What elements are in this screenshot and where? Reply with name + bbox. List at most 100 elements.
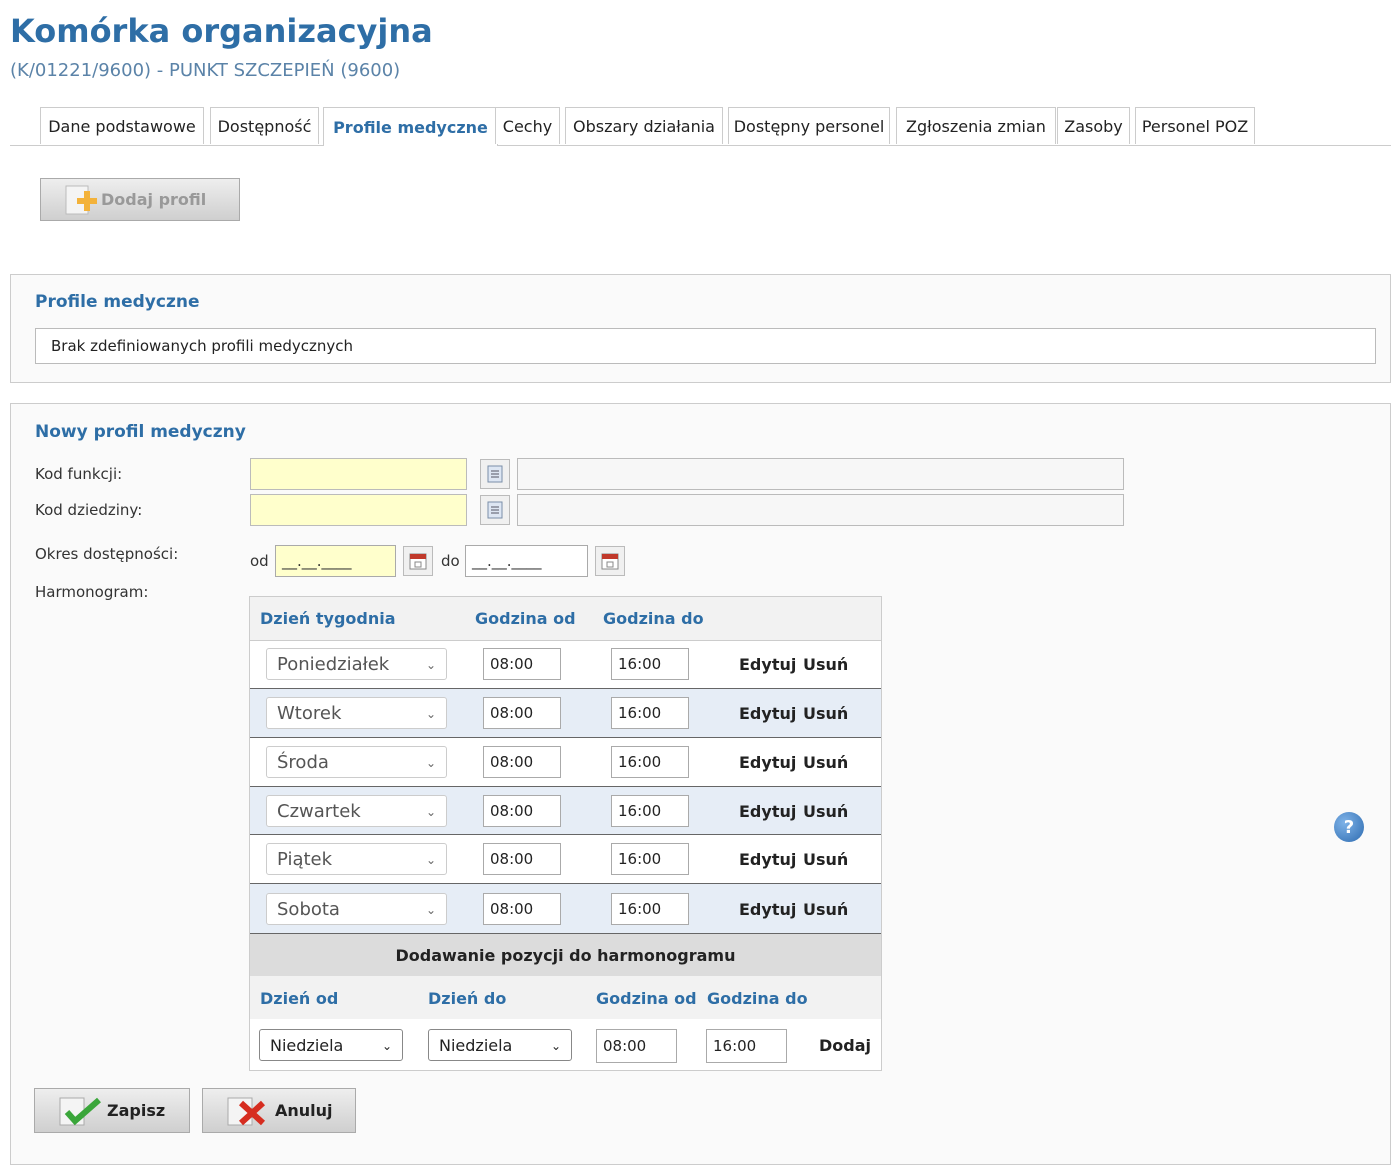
hour-to-input[interactable]: 16:00	[611, 697, 689, 729]
checkmark-icon	[59, 1097, 101, 1125]
harmonogram-label: Harmonogram:	[35, 583, 149, 601]
tab-dostepny-personel[interactable]: Dostępny personel	[728, 107, 890, 144]
tab-dane-podstawowe[interactable]: Dane podstawowe	[40, 107, 204, 144]
schedule-row: Poniedziałek ⌄ 08:00 16:00 Edytuj Usuń	[250, 640, 881, 688]
schedule-table: Dzień tygodnia Godzina od Godzina do Pon…	[249, 596, 882, 1071]
hour-from-input[interactable]: 08:00	[483, 795, 561, 827]
schedule-header: Dzień tygodnia Godzina od Godzina do	[250, 597, 881, 641]
profiles-title: Profile medyczne	[35, 292, 200, 312]
tab-dostepnosc[interactable]: Dostępność	[210, 107, 319, 144]
day-select-value: Wtorek	[277, 702, 342, 724]
day-select[interactable]: Wtorek ⌄	[266, 697, 447, 729]
schedule-row: Wtorek ⌄ 08:00 16:00 Edytuj Usuń	[250, 688, 881, 737]
edit-link[interactable]: Edytuj	[739, 655, 796, 674]
add-hour-from-input[interactable]: 08:00	[596, 1029, 677, 1063]
delete-link[interactable]: Usuń	[803, 802, 848, 821]
okres-label: Okres dostępności:	[35, 545, 179, 563]
add-profile-button[interactable]: Dodaj profil	[40, 178, 240, 221]
edit-link[interactable]: Edytuj	[739, 753, 796, 772]
profiles-panel: Profile medyczne Brak zdefiniowanych pro…	[10, 274, 1391, 383]
day-select[interactable]: Środa ⌄	[266, 746, 447, 778]
cancel-x-icon	[227, 1097, 266, 1125]
day-select[interactable]: Czwartek ⌄	[266, 795, 447, 827]
delete-link[interactable]: Usuń	[803, 655, 848, 674]
edit-link[interactable]: Edytuj	[739, 704, 796, 723]
save-button[interactable]: Zapisz	[34, 1088, 190, 1133]
hour-to-input[interactable]: 16:00	[611, 648, 689, 680]
date-to-calendar-button[interactable]	[595, 546, 625, 576]
help-icon[interactable]: ?	[1334, 812, 1364, 842]
chevron-down-icon: ⌄	[425, 756, 436, 770]
hour-from-input[interactable]: 08:00	[483, 697, 561, 729]
schedule-row: Sobota ⌄ 08:00 16:00 Edytuj Usuń	[250, 883, 881, 934]
schedule-row: Czwartek ⌄ 08:00 16:00 Edytuj Usuń	[250, 786, 881, 835]
hour-to-input[interactable]: 16:00	[611, 843, 689, 875]
add-section-title: Dodawanie pozycji do harmonogramu	[250, 933, 881, 977]
kod-funkcji-picker-button[interactable]	[480, 459, 510, 489]
date-from-input[interactable]: __.__.____	[275, 545, 396, 577]
cancel-button[interactable]: Anuluj	[202, 1088, 356, 1133]
od-label: od	[250, 552, 269, 570]
day-select[interactable]: Poniedziałek ⌄	[266, 648, 447, 680]
hour-to-input[interactable]: 16:00	[611, 893, 689, 925]
chevron-down-icon: ⌄	[425, 707, 436, 721]
schedule-row: Środa ⌄ 08:00 16:00 Edytuj Usuń	[250, 737, 881, 786]
add-day-from-select[interactable]: Niedziela ⌄	[259, 1029, 403, 1061]
header-hour-from: Godzina od	[475, 609, 576, 628]
hour-to-input[interactable]: 16:00	[611, 795, 689, 827]
day-select-value: Czwartek	[277, 800, 361, 822]
chevron-down-icon: ⌄	[425, 658, 436, 672]
edit-link[interactable]: Edytuj	[739, 850, 796, 869]
kod-funkcji-input[interactable]	[250, 458, 467, 490]
header-day-to: Dzień do	[428, 989, 507, 1008]
delete-link[interactable]: Usuń	[803, 850, 848, 869]
add-day-to-select[interactable]: Niedziela ⌄	[428, 1029, 572, 1061]
date-to-input[interactable]: __.__.____	[465, 545, 588, 577]
edit-link[interactable]: Edytuj	[739, 802, 796, 821]
kod-funkcji-description	[517, 458, 1124, 490]
cancel-label: Anuluj	[275, 1101, 333, 1120]
save-label: Zapisz	[107, 1101, 166, 1120]
day-select-value: Środa	[277, 751, 329, 773]
hour-from-input[interactable]: 08:00	[483, 843, 561, 875]
hour-to-input[interactable]: 16:00	[611, 746, 689, 778]
add-day-to-value: Niedziela	[439, 1035, 513, 1055]
hour-from-input[interactable]: 08:00	[483, 648, 561, 680]
header-add-hour-to: Godzina do	[707, 989, 808, 1008]
date-from-calendar-button[interactable]	[403, 546, 433, 576]
day-select[interactable]: Sobota ⌄	[266, 893, 447, 925]
kod-dziedziny-picker-button[interactable]	[480, 495, 510, 525]
day-select-value: Sobota	[277, 898, 340, 920]
kod-dziedziny-input[interactable]	[250, 494, 467, 526]
delete-link[interactable]: Usuń	[803, 704, 848, 723]
add-day-from-value: Niedziela	[270, 1035, 344, 1055]
add-profile-label: Dodaj profil	[101, 190, 207, 209]
kod-dziedziny-description	[517, 494, 1124, 526]
page-subtitle: (K/01221/9600) - PUNKT SZCZEPIEŃ (9600)	[10, 60, 401, 81]
add-hour-to-input[interactable]: 16:00	[706, 1029, 787, 1063]
calendar-icon	[601, 553, 619, 570]
do-label: do	[441, 552, 460, 570]
add-schedule-link[interactable]: Dodaj	[819, 1036, 871, 1055]
kod-dziedziny-label: Kod dziedziny:	[35, 501, 143, 519]
tab-zasoby[interactable]: Zasoby	[1057, 107, 1130, 144]
delete-link[interactable]: Usuń	[803, 900, 848, 919]
day-select-value: Piątek	[277, 848, 333, 870]
edit-link[interactable]: Edytuj	[739, 900, 796, 919]
delete-link[interactable]: Usuń	[803, 753, 848, 772]
hour-from-input[interactable]: 08:00	[483, 746, 561, 778]
calendar-icon	[409, 553, 427, 570]
header-day: Dzień tygodnia	[260, 609, 396, 628]
tab-bar: Dane podstawowe Dostępność Profile medyc…	[10, 107, 1391, 146]
day-select[interactable]: Piątek ⌄	[266, 843, 447, 875]
tab-profile-medyczne[interactable]: Profile medyczne	[323, 107, 498, 146]
chevron-down-icon: ⌄	[425, 805, 436, 819]
tab-zgloszenia-zmian[interactable]: Zgłoszenia zmian	[896, 107, 1056, 144]
tab-cechy[interactable]: Cechy	[495, 107, 560, 144]
add-document-icon	[65, 185, 97, 214]
tab-obszary-dzialania[interactable]: Obszary działania	[565, 107, 723, 144]
tab-personel-poz[interactable]: Personel POZ	[1135, 107, 1255, 144]
add-section-header: Dzień od Dzień do Godzina od Godzina do	[250, 976, 881, 1019]
list-icon	[487, 465, 503, 483]
hour-from-input[interactable]: 08:00	[483, 893, 561, 925]
